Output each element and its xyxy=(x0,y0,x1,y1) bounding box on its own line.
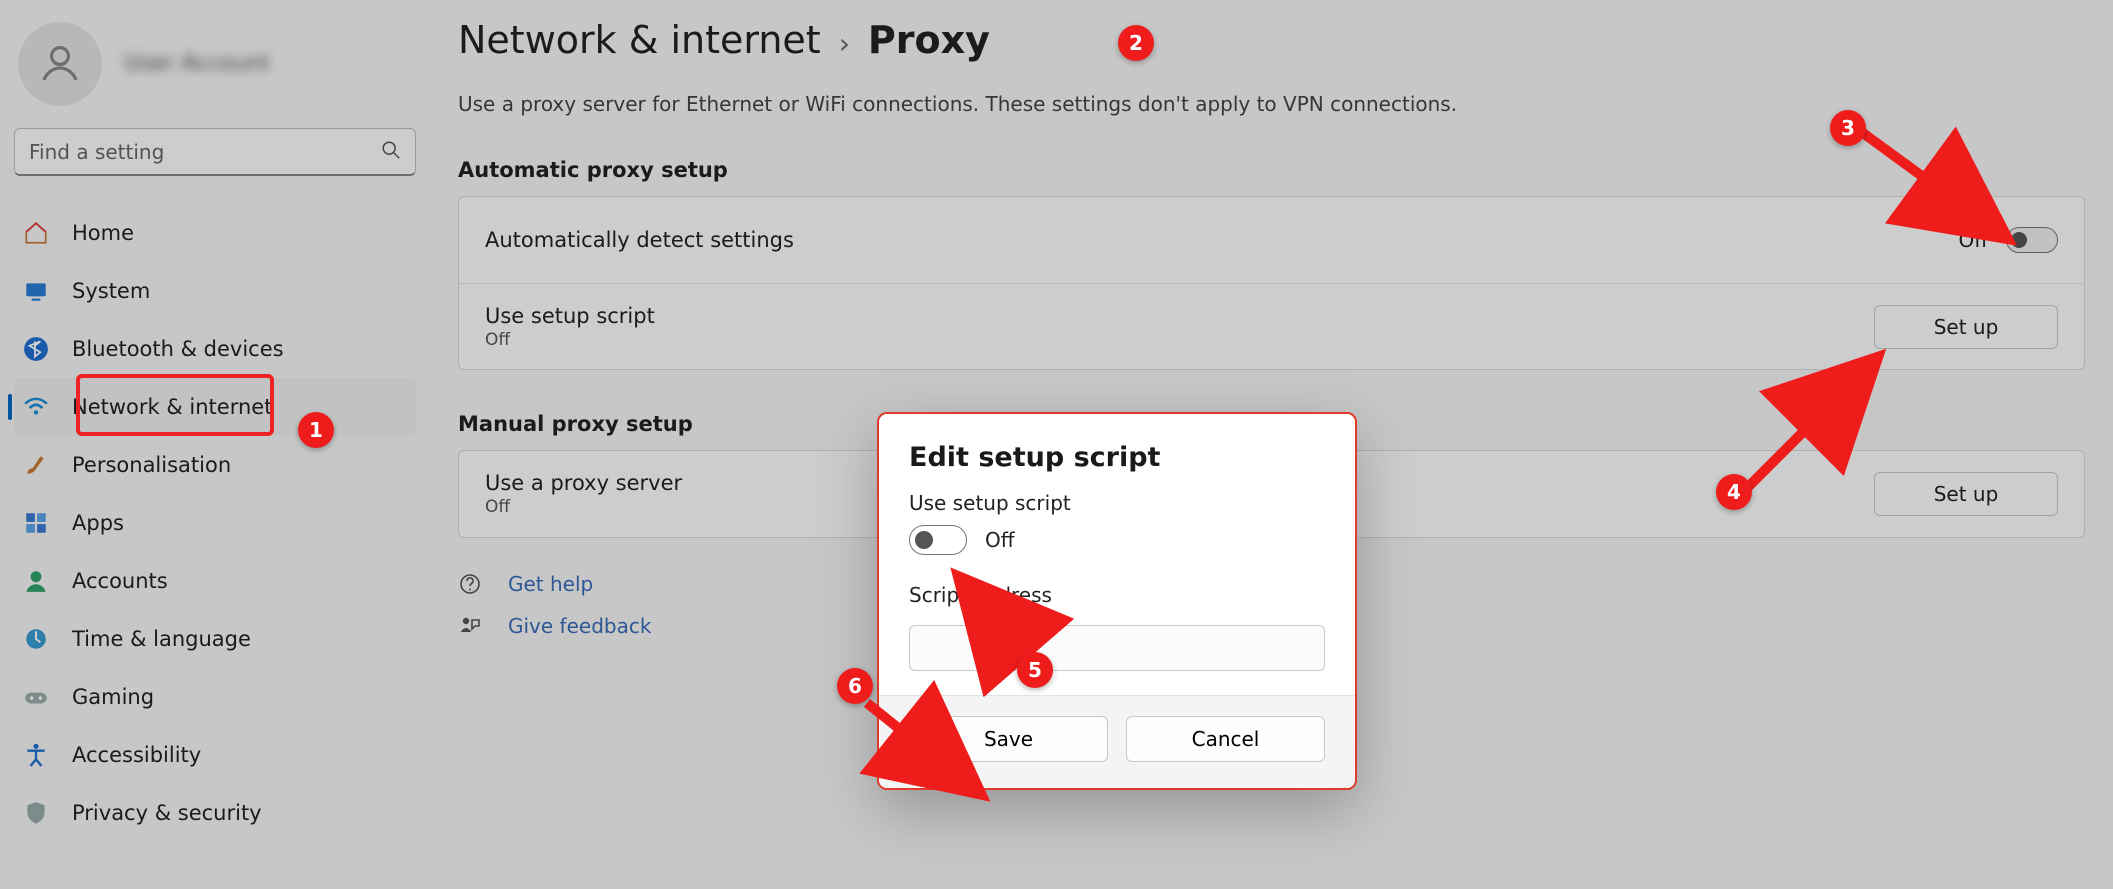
row-auto-detect[interactable]: Automatically detect settings Off xyxy=(459,197,2084,283)
dialog-toggle[interactable] xyxy=(909,525,967,555)
annotation-badge-4: 4 xyxy=(1716,474,1752,510)
chevron-right-icon: › xyxy=(839,27,850,60)
row-setup-script[interactable]: Use setup script Off Set up xyxy=(459,283,2084,369)
search-icon xyxy=(380,139,402,165)
sidebar-item-accounts[interactable]: Accounts xyxy=(14,552,416,610)
avatar xyxy=(18,22,102,106)
dialog-use-label: Use setup script xyxy=(909,491,1325,515)
sidebar-item-time[interactable]: Time & language xyxy=(14,610,416,668)
dialog-toggle-state: Off xyxy=(985,528,1015,552)
sidebar-item-privacy[interactable]: Privacy & security xyxy=(14,784,416,842)
save-button[interactable]: Save xyxy=(909,716,1108,762)
accessibility-icon xyxy=(22,741,50,769)
sidebar-item-network[interactable]: Network & internet xyxy=(14,378,416,436)
sidebar-item-label: Bluetooth & devices xyxy=(72,337,284,361)
give-feedback-label: Give feedback xyxy=(508,614,651,638)
sidebar-item-label: Network & internet xyxy=(72,395,272,419)
sidebar-item-label: Home xyxy=(72,221,134,245)
get-help-label: Get help xyxy=(508,572,593,596)
use-proxy-label: Use a proxy server xyxy=(485,471,682,495)
sidebar-item-bluetooth[interactable]: Bluetooth & devices xyxy=(14,320,416,378)
feedback-icon xyxy=(458,614,482,638)
accounts-icon xyxy=(22,567,50,595)
settings-app: User Account Home System Bluetooth & dev… xyxy=(0,0,2113,889)
cancel-button[interactable]: Cancel xyxy=(1126,716,1325,762)
annotation-badge-3: 3 xyxy=(1830,110,1866,146)
dialog-title: Edit setup script xyxy=(909,442,1325,473)
shield-icon xyxy=(22,799,50,827)
sidebar-item-label: Personalisation xyxy=(72,453,231,477)
auto-detect-toggle[interactable] xyxy=(2006,227,2058,253)
sidebar-item-label: System xyxy=(72,279,150,303)
annotation-badge-6: 6 xyxy=(837,668,873,704)
system-icon xyxy=(22,277,50,305)
sidebar-item-personalisation[interactable]: Personalisation xyxy=(14,436,416,494)
dialog-addr-label: Script address xyxy=(909,583,1325,607)
sidebar-item-label: Accessibility xyxy=(72,743,201,767)
section-auto-title: Automatic proxy setup xyxy=(458,158,2085,182)
breadcrumb: Network & internet › Proxy xyxy=(458,18,2085,62)
setup-script-label: Use setup script xyxy=(485,304,655,328)
sidebar-item-apps[interactable]: Apps xyxy=(14,494,416,552)
sidebar-item-label: Privacy & security xyxy=(72,801,262,825)
profile-name: User Account xyxy=(124,51,270,77)
sidebar-item-label: Time & language xyxy=(72,627,251,651)
brush-icon xyxy=(22,451,50,479)
edit-setup-script-dialog: Edit setup script Use setup script Off S… xyxy=(877,412,1357,790)
apps-icon xyxy=(22,509,50,537)
annotation-badge-2: 2 xyxy=(1118,25,1154,61)
search-wrap xyxy=(14,128,416,176)
page-title: Proxy xyxy=(868,18,990,62)
sidebar-item-home[interactable]: Home xyxy=(14,204,416,262)
sidebar-item-accessibility[interactable]: Accessibility xyxy=(14,726,416,784)
annotation-badge-1: 1 xyxy=(298,412,334,448)
use-proxy-state: Off xyxy=(485,497,682,517)
sidebar-item-label: Gaming xyxy=(72,685,154,709)
setup-script-button[interactable]: Set up xyxy=(1874,305,2058,349)
sidebar-item-label: Accounts xyxy=(72,569,168,593)
script-address-input[interactable] xyxy=(909,625,1325,671)
search-input[interactable] xyxy=(14,128,416,176)
nav-list: Home System Bluetooth & devices Network … xyxy=(14,204,416,842)
use-proxy-button[interactable]: Set up xyxy=(1874,472,2058,516)
sidebar-item-gaming[interactable]: Gaming xyxy=(14,668,416,726)
auto-proxy-card: Automatically detect settings Off Use se… xyxy=(458,196,2085,370)
sidebar-item-label: Apps xyxy=(72,511,124,535)
profile-block[interactable]: User Account xyxy=(14,14,416,128)
home-icon xyxy=(22,219,50,247)
sidebar: User Account Home System Bluetooth & dev… xyxy=(0,0,430,889)
gamepad-icon xyxy=(22,683,50,711)
bluetooth-icon xyxy=(22,335,50,363)
help-icon xyxy=(458,572,482,596)
person-icon xyxy=(36,40,84,88)
clock-globe-icon xyxy=(22,625,50,653)
annotation-badge-5: 5 xyxy=(1017,652,1053,688)
auto-detect-label: Automatically detect settings xyxy=(485,228,794,252)
breadcrumb-parent[interactable]: Network & internet xyxy=(458,18,821,62)
sidebar-item-system[interactable]: System xyxy=(14,262,416,320)
auto-detect-state: Off xyxy=(1958,228,1988,252)
setup-script-state: Off xyxy=(485,330,655,350)
wifi-icon xyxy=(22,393,50,421)
